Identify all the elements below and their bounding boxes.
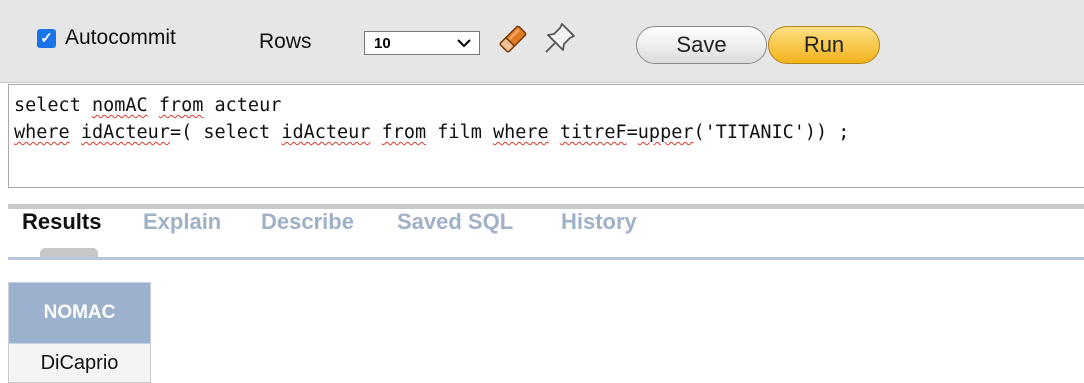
pin-icon[interactable] bbox=[542, 20, 578, 56]
tab-saved-sql[interactable]: Saved SQL bbox=[397, 209, 513, 235]
table-row: DiCaprio bbox=[8, 343, 151, 383]
autocommit-control[interactable]: ✓ Autocommit bbox=[37, 26, 176, 50]
sql-token: from bbox=[158, 95, 204, 116]
sql-token: idActeur bbox=[281, 122, 371, 143]
table-header-row: NOMAC bbox=[8, 282, 151, 344]
sql-token: where bbox=[492, 122, 549, 143]
results-table: NOMAC DiCaprio bbox=[8, 282, 151, 383]
autocommit-label: Autocommit bbox=[65, 26, 176, 49]
rows-select[interactable]: 10 bbox=[364, 31, 480, 55]
eraser-icon[interactable] bbox=[496, 22, 530, 56]
save-button[interactable]: Save bbox=[636, 26, 767, 64]
sql-token: where bbox=[14, 122, 70, 143]
column-header-nomac[interactable]: NOMAC bbox=[8, 282, 151, 344]
rows-label: Rows bbox=[259, 30, 312, 53]
tab-results[interactable]: Results bbox=[22, 209, 101, 235]
sql-line-2: where idActeur=( select idActeur from fi… bbox=[14, 122, 850, 143]
sql-token: upper bbox=[637, 122, 694, 143]
table-cell: DiCaprio bbox=[8, 343, 151, 383]
rows-select-value: 10 bbox=[374, 35, 391, 52]
tab-history[interactable]: History bbox=[561, 209, 637, 235]
tab-describe[interactable]: Describe bbox=[261, 209, 354, 235]
sql-token: from bbox=[381, 122, 427, 143]
sql-token: idActeur bbox=[80, 122, 170, 143]
sql-line-1: select nomAC from acteur bbox=[14, 95, 282, 116]
sql-token: titreF bbox=[559, 122, 627, 143]
sql-editor[interactable]: select nomAC from acteur where idActeur=… bbox=[8, 84, 1084, 188]
tab-explain[interactable]: Explain bbox=[143, 209, 221, 235]
sql-token: nomAC bbox=[91, 95, 148, 116]
autocommit-checkbox[interactable]: ✓ bbox=[37, 28, 56, 48]
run-button[interactable]: Run bbox=[768, 26, 880, 64]
chevron-down-icon bbox=[457, 39, 471, 48]
sql-toolbar: ✓ Autocommit Rows 10 Save Run bbox=[0, 0, 1084, 83]
tabs-underline bbox=[8, 257, 1084, 260]
